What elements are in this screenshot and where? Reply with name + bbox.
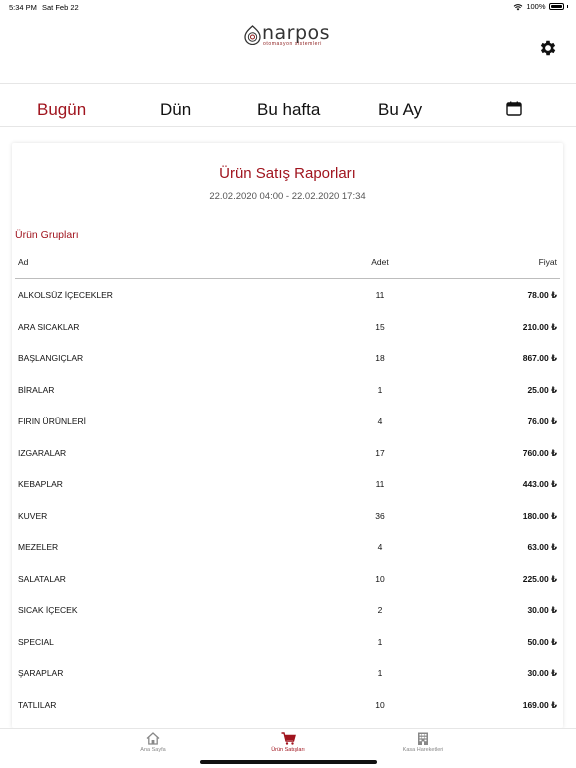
battery-icon [548,3,564,10]
table-row: TATLILAR 10 169.00 ₺ [15,689,560,721]
row-price: 867.00 ₺ [522,353,557,363]
row-qty: 15 [375,321,385,332]
row-name: ARA SICAKLAR [18,321,80,332]
tab-this-month[interactable]: Bu Ay [378,100,422,120]
table-row: BİRALAR 1 25.00 ₺ [15,374,560,406]
logo-tagline: otomasyon sistemleri [263,41,322,47]
row-qty: 1 [377,384,383,395]
row-price: 76.00 ₺ [527,416,557,426]
nav-cash-movements[interactable]: Kasa Hareketleri [378,732,468,753]
row-qty: 10 [375,573,385,584]
table-row: MEZELER 4 63.00 ₺ [15,531,560,563]
column-header-name: Ad [18,257,29,267]
column-header-qty: Adet [371,257,389,267]
battery-tip [566,5,568,8]
row-qty: 36 [375,510,385,521]
row-price: 760.00 ₺ [522,447,557,458]
home-indicator[interactable] [200,760,377,764]
status-time: 5:34 PM [9,3,37,12]
table-row: ARA SICAKLAR 15 210.00 ₺ [15,311,560,343]
row-name: BİRALAR [18,384,55,395]
table-row: SICAK İÇECEK 2 30.00 ₺ [15,594,560,626]
row-qty: 2 [377,605,383,615]
status-right: 100% [513,2,568,11]
status-bar: 5:34 PM Sat Feb 22 100% [0,0,576,14]
row-name: SICAK İÇECEK [18,605,78,615]
table-row: KUVER 36 180.00 ₺ [15,500,560,532]
row-name: ŞARAPLAR [18,668,64,678]
row-price: 78.00 ₺ [527,290,557,300]
row-price: 30.00 ₺ [527,605,557,615]
logo-mark-icon [244,25,261,45]
section-title: Ürün Grupları [15,229,79,241]
table-header: Ad Adet Fiyat [15,253,560,279]
app-header: narpos otomasyon sistemleri [0,14,576,84]
row-name: IZGARALAR [18,447,67,458]
status-date: Sat Feb 22 [42,3,79,12]
nav-home[interactable]: Ana Sayfa [108,732,198,753]
row-price: 443.00 ₺ [522,479,557,489]
table-row: SPECIAL 1 50.00 ₺ [15,626,560,658]
row-name: MEZELER [18,542,59,552]
table-row: FIRIN ÜRÜNLERİ 4 76.00 ₺ [15,405,560,437]
row-name: FIRIN ÜRÜNLERİ [18,416,87,426]
row-qty: 1 [377,636,383,647]
tab-today[interactable]: Bugün [37,100,86,120]
nav-cash-movements-label: Kasa Hareketleri [402,747,444,753]
row-qty: 4 [377,542,383,552]
row-price: 25.00 ₺ [527,384,557,395]
row-qty: 10 [375,699,385,710]
row-price: 210.00 ₺ [522,321,557,332]
table-row: IZGARALAR 17 760.00 ₺ [15,437,560,469]
nav-home-label: Ana Sayfa [140,747,166,753]
home-icon [146,732,160,745]
bottom-nav: Ana Sayfa Ürün Satışları Kasa Hareketler… [0,728,576,768]
table-row: ŞARAPLAR 1 30.00 ₺ [15,657,560,689]
row-name: KEBAPLAR [18,479,63,489]
table-row: SALATALAR 10 225.00 ₺ [15,563,560,595]
row-price: 63.00 ₺ [527,542,557,552]
narpos-logo: narpos otomasyon sistemleri [244,22,334,50]
wifi-icon [513,3,523,10]
row-name: ALKOLSÜZ İÇECEKLER [18,290,113,300]
row-qty: 11 [375,479,385,489]
row-qty: 4 [377,416,383,426]
row-name: BAŞLANGIÇLAR [18,353,84,363]
table-row: ALKOLSÜZ İÇECEKLER 11 78.00 ₺ [15,279,560,311]
building-icon [418,732,428,745]
tab-yesterday[interactable]: Dün [160,100,191,120]
row-price: 169.00 ₺ [522,699,557,710]
report-card: Ürün Satış Raporları 22.02.2020 04:00 - … [12,143,563,728]
nav-product-sales-label: Ürün Satışları [271,747,305,753]
column-header-price: Fiyat [538,257,557,267]
row-qty: 18 [375,353,385,363]
row-price: 180.00 ₺ [522,510,557,521]
table-row: KEBAPLAR 11 443.00 ₺ [15,468,560,500]
row-name: TATLILAR [18,699,57,710]
report-title: Ürün Satış Raporları [219,165,356,182]
period-tabs: Bugün Dün Bu hafta Bu Ay [0,84,576,127]
row-price: 30.00 ₺ [527,668,557,678]
row-price: 50.00 ₺ [527,636,557,647]
gear-icon[interactable] [538,38,558,58]
row-qty: 11 [375,290,385,300]
row-price: 225.00 ₺ [522,573,557,584]
calendar-icon[interactable] [506,101,522,116]
row-qty: 17 [375,447,385,458]
tab-this-week[interactable]: Bu hafta [257,100,320,120]
table-body: ALKOLSÜZ İÇECEKLER 11 78.00 ₺ ARA SICAKL… [15,279,560,720]
row-name: SALATALAR [18,573,66,584]
nav-product-sales[interactable]: Ürün Satışları [243,732,333,753]
table-row: BAŞLANGIÇLAR 18 867.00 ₺ [15,342,560,374]
row-name: KUVER [18,510,48,521]
row-qty: 1 [377,668,383,678]
row-name: SPECIAL [18,636,54,647]
report-date-range: 22.02.2020 04:00 - 22.02.2020 17:34 [209,191,366,202]
battery-percent: 100% [526,2,546,11]
cart-icon [281,732,296,745]
